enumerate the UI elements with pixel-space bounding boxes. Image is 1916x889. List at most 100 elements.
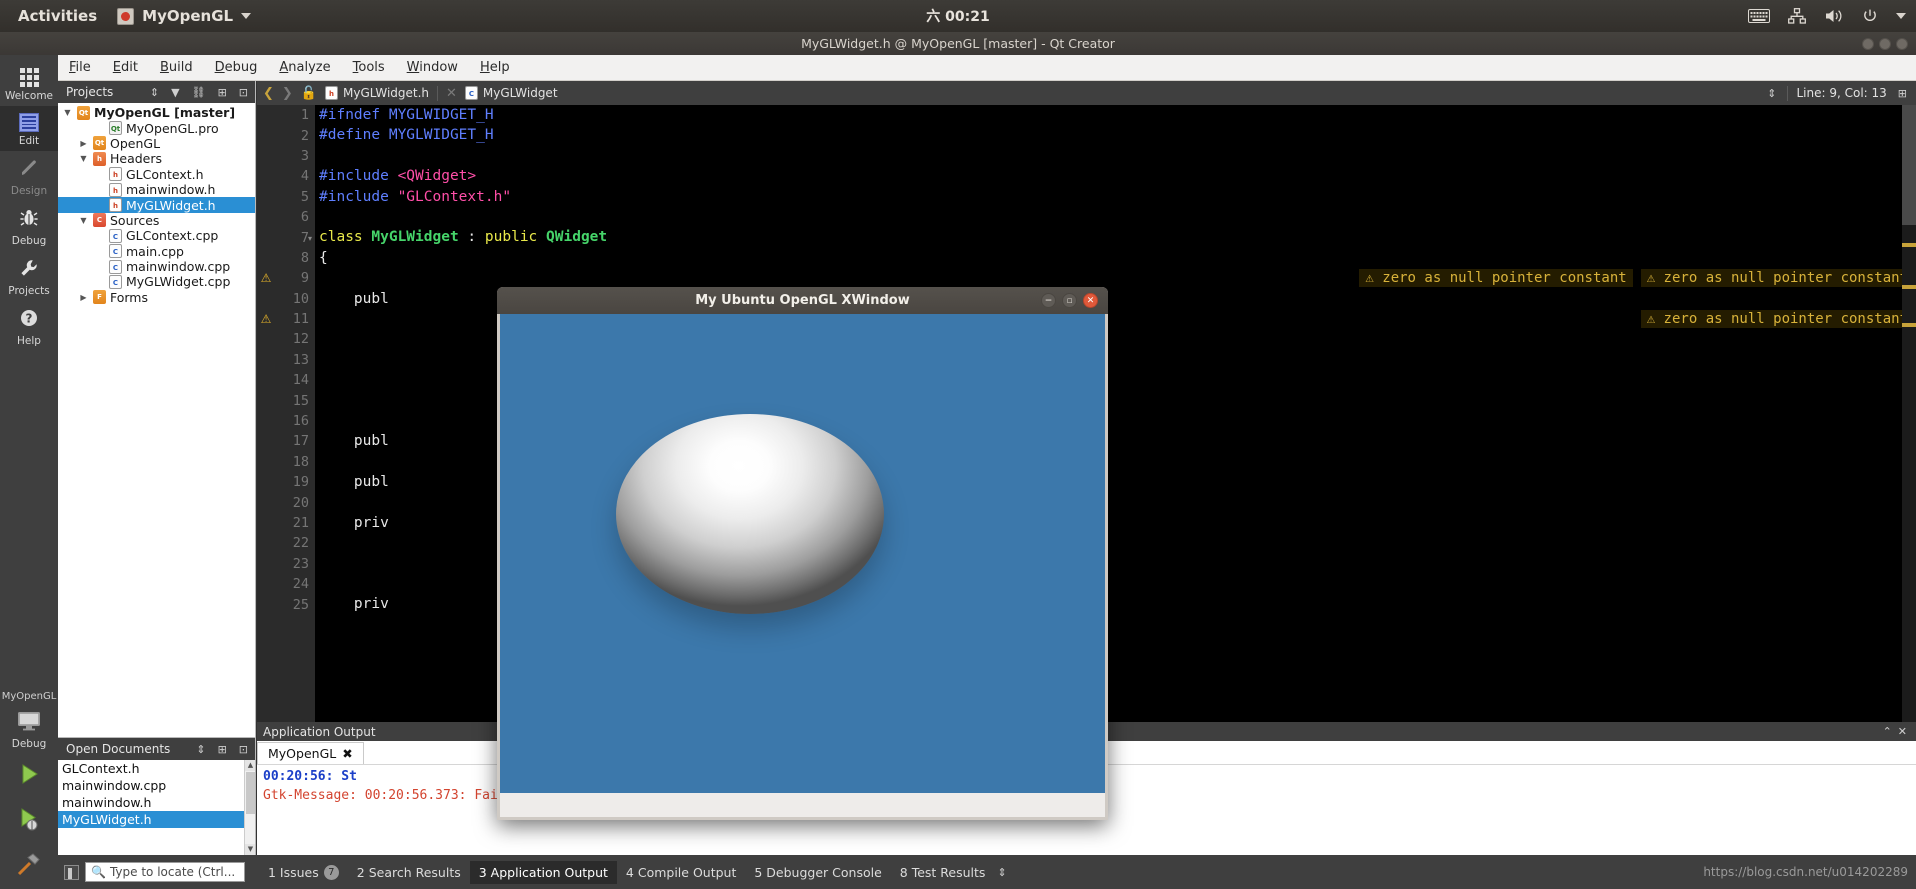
chevron-down-icon[interactable]: ▼	[78, 154, 89, 163]
output-expand-icon[interactable]: ⇕	[994, 866, 1009, 879]
lock-icon[interactable]: 🔓	[301, 86, 317, 101]
navigate-forward-icon[interactable]: ❯	[282, 86, 293, 101]
tree-item-mainwindow-cpp[interactable]: Cmainwindow.cpp	[58, 259, 255, 274]
close-icon[interactable]	[1896, 37, 1908, 50]
close-icon[interactable]: ✕	[1083, 293, 1098, 308]
list-item[interactable]: MyGLWidget.h	[58, 811, 255, 828]
editor-gutter[interactable]: ⚠ ⚠ 1 2 3 4 5 6 7 ▾ 8 9 10 11 12 13 14 15 16 17 18 19 20 21 22 2…	[257, 105, 315, 722]
warning-icon[interactable]: ⚠	[259, 271, 273, 285]
run-button[interactable]	[16, 761, 42, 792]
minimize-icon[interactable]: −	[1041, 293, 1056, 308]
volume-icon[interactable]	[1824, 8, 1844, 24]
tree-item-headers[interactable]: ▼ h Headers	[58, 151, 255, 166]
menu-debug[interactable]: Debug	[204, 57, 269, 78]
status-tab-issues[interactable]: 1 Issues 7	[259, 861, 348, 884]
tree-item-myopengl-pro[interactable]: Qt MyOpenGL.pro	[58, 120, 255, 136]
menu-analyze[interactable]: Analyze	[268, 57, 341, 78]
system-tray[interactable]	[1748, 8, 1906, 24]
menu-tools[interactable]: Tools	[342, 57, 396, 78]
sidebar-item-edit[interactable]: Edit	[0, 106, 58, 151]
code-line[interactable]: class MyGLWidget : public QWidget	[315, 227, 1916, 247]
tree-item-glcontext-h[interactable]: h GLContext.h	[58, 167, 255, 182]
tree-item-glcontext-cpp[interactable]: C GLContext.cpp	[58, 228, 255, 243]
scrollbar-thumb[interactable]	[246, 772, 255, 814]
code-line[interactable]: #define MYGLWIDGET_H	[315, 125, 1916, 145]
opengl-titlebar[interactable]: My Ubuntu OpenGL XWindow − ▫ ✕	[497, 287, 1108, 314]
close-icon[interactable]: ✖	[342, 746, 352, 761]
code-line[interactable]: #include <QWidget>	[315, 166, 1916, 186]
sync-icon[interactable]: ⇕	[193, 743, 208, 756]
tree-item-forms[interactable]: ▶ F Forms	[58, 290, 255, 305]
navigate-back-icon[interactable]: ❮	[263, 86, 274, 101]
status-tab-debugger-console[interactable]: 5 Debugger Console	[745, 861, 890, 884]
symbol-selector[interactable]: C MyGLWidget	[464, 86, 558, 100]
opengl-canvas[interactable]	[500, 314, 1105, 793]
tree-item-main-cpp[interactable]: Cmain.cpp	[58, 244, 255, 259]
editor-file-selector[interactable]: h MyGLWidget.h	[325, 86, 429, 100]
list-item[interactable]: GLContext.h	[58, 760, 255, 777]
opengl-window-controls[interactable]: − ▫ ✕	[1041, 293, 1098, 308]
project-tree[interactable]: ▼ Qt MyOpenGL [master] Qt MyOpenGL.pro ▶ Qt Ope…	[58, 103, 255, 737]
app-menu-button[interactable]: MyOpenGL	[117, 7, 252, 25]
fold-toggle-icon[interactable]: ▾	[308, 234, 312, 243]
tree-item-sources[interactable]: ▼ C Sources	[58, 213, 255, 228]
close-editor-icon[interactable]: ✕	[446, 86, 457, 101]
filter-icon[interactable]: ▼	[168, 86, 182, 99]
split-select-icon[interactable]: ⇕	[1764, 87, 1779, 100]
maximize-output-icon[interactable]: ⌃	[1880, 725, 1895, 738]
open-documents-list[interactable]: ▲ ▼ GLContext.h mainwindow.cpp mainwindow.…	[58, 760, 255, 855]
chevron-down-icon[interactable]: ▼	[62, 108, 73, 117]
list-item[interactable]: mainwindow.cpp	[58, 777, 255, 794]
status-tab-compile-output[interactable]: 4 Compile Output	[617, 861, 745, 884]
output-tab-myopengl[interactable]: MyOpenGL ✖	[257, 742, 364, 764]
tree-item-myglwidget-h[interactable]: h MyGLWidget.h	[58, 197, 255, 213]
chevron-right-icon[interactable]: ▶	[78, 139, 89, 148]
opengl-window[interactable]: My Ubuntu OpenGL XWindow − ▫ ✕	[497, 287, 1108, 820]
code-line[interactable]: #ifndef MYGLWIDGET_H	[315, 105, 1916, 125]
kit-selector[interactable]: Debug	[0, 704, 58, 754]
chevron-down-icon[interactable]: ▼	[78, 216, 89, 225]
maximize-icon[interactable]	[1879, 37, 1891, 50]
menu-window[interactable]: Window	[396, 57, 469, 78]
sidebar-item-design[interactable]: Design	[0, 151, 58, 201]
inline-warning[interactable]: ⚠ zero as null pointer constant	[1640, 269, 1914, 288]
minimize-icon[interactable]	[1862, 37, 1874, 50]
sidebar-item-debug[interactable]: Debug	[0, 201, 58, 251]
status-tab-test-results[interactable]: 8 Test Results	[891, 861, 995, 884]
power-icon[interactable]	[1862, 8, 1878, 24]
scroll-down-icon[interactable]: ▼	[245, 844, 255, 855]
status-tab-search-results[interactable]: 2 Search Results	[348, 861, 470, 884]
code-line[interactable]	[315, 207, 1916, 227]
maximize-icon[interactable]: ▫	[1062, 293, 1077, 308]
code-line[interactable]	[315, 146, 1916, 166]
close-output-icon[interactable]: ✕	[1895, 725, 1910, 738]
split-icon[interactable]: ⊞	[215, 86, 230, 99]
code-line[interactable]: #include "GLContext.h"	[315, 187, 1916, 207]
menu-bar[interactable]: File Edit Build Debug Analyze Tools Wind…	[0, 55, 1916, 81]
chevron-down-icon[interactable]	[1896, 13, 1906, 19]
sidebar-item-help[interactable]: ? Help	[0, 301, 58, 351]
open-documents-scrollbar[interactable]: ▲ ▼	[244, 760, 255, 855]
activities-button[interactable]: Activities	[10, 5, 105, 27]
scroll-up-icon[interactable]: ▲	[245, 760, 255, 771]
menu-file[interactable]: File	[58, 57, 102, 78]
build-hammer-button[interactable]	[16, 851, 42, 882]
scrollbar-thumb[interactable]	[1902, 105, 1916, 225]
editor-scrollbar[interactable]	[1902, 105, 1916, 722]
split-icon[interactable]: ⊞	[215, 743, 230, 756]
tree-item-opengl[interactable]: ▶ Qt OpenGL	[58, 136, 255, 151]
menu-help[interactable]: Help	[469, 57, 521, 78]
menu-build[interactable]: Build	[149, 57, 204, 78]
list-item[interactable]: mainwindow.h	[58, 794, 255, 811]
collapse-icon[interactable]: ⊡	[236, 86, 251, 99]
sidebar-toggle-icon[interactable]	[64, 864, 79, 880]
keyboard-icon[interactable]	[1748, 9, 1770, 23]
sidebar-item-welcome[interactable]: Welcome	[0, 61, 58, 106]
editor-toolbar[interactable]: ❮ ❯ 🔓 h MyGLWidget.h ✕ C MyGLWidget ⇕ Li…	[257, 81, 1916, 105]
sidebar-item-projects[interactable]: Projects	[0, 251, 58, 301]
mode-selector[interactable]: Welcome Edit Design Debug Projects ? Hel…	[0, 55, 58, 889]
clock[interactable]: 六 00:21	[926, 6, 989, 26]
split-icon[interactable]: ⊞	[1895, 87, 1910, 100]
warning-icon[interactable]: ⚠	[259, 312, 273, 326]
status-bar[interactable]: 🔍 Type to locate (Ctrl... 1 Issues 7 2 S…	[58, 855, 1916, 889]
